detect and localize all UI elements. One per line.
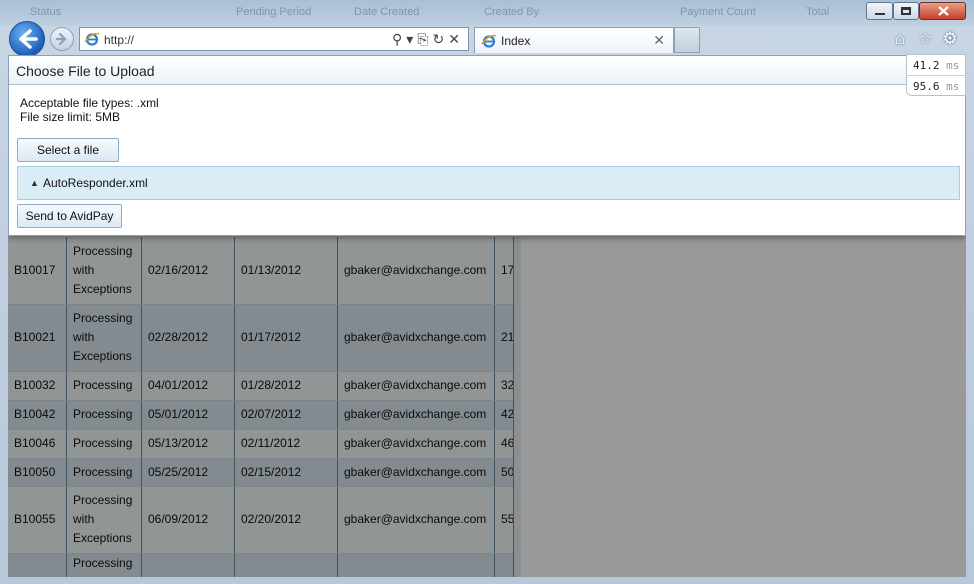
tab-index[interactable]: Index ✕ <box>474 27 674 53</box>
size-limit: File size limit: 5MB <box>20 110 121 124</box>
dialog-header: Choose File to Upload <box>9 56 965 85</box>
selected-file-row[interactable]: ▲ AutoResponder.xml <box>17 166 960 200</box>
refresh-icon[interactable]: ↻ <box>433 31 449 47</box>
send-to-avidpay-button[interactable]: Send to AvidPay <box>17 204 122 228</box>
dropdown-icon[interactable]: ▾ <box>406 31 417 47</box>
ie-tab-icon <box>481 34 497 48</box>
bg-column-pending: Pending Period <box>236 6 312 18</box>
perf-divider <box>907 75 965 76</box>
maximize-button[interactable] <box>893 2 919 20</box>
upload-dialog: Choose File to Upload Acceptable file ty… <box>8 55 966 236</box>
forward-arrow-icon <box>55 32 67 46</box>
favorites-star-icon[interactable]: ☆ <box>916 30 934 48</box>
close-icon <box>938 6 949 16</box>
dialog-title: Choose File to Upload <box>16 63 155 79</box>
bg-column-payment-count: Payment Count <box>680 6 756 18</box>
bg-column-status: Status <box>30 6 62 18</box>
perf-counter: 41.2 ms 95.6 ms <box>906 54 966 96</box>
minimize-button[interactable] <box>866 2 893 20</box>
tab-close-icon[interactable]: ✕ <box>653 32 665 49</box>
compat-view-icon[interactable]: ⎘ <box>417 31 432 47</box>
acceptable-types: Acceptable file types: .xml <box>20 96 159 110</box>
perf-unit-1: ms <box>946 59 960 72</box>
home-icon[interactable]: ⌂ <box>891 30 909 48</box>
forward-button[interactable] <box>50 27 74 51</box>
perf-value-2: 95.6 <box>913 80 940 93</box>
select-file-button[interactable]: Select a file <box>17 138 119 162</box>
expand-triangle-icon[interactable]: ▲ <box>30 178 39 188</box>
tab-label: Index <box>501 34 531 48</box>
search-icon[interactable]: ⚲ <box>392 31 406 47</box>
address-bar[interactable]: http:// ⚲▾⎘↻✕ <box>79 27 469 51</box>
new-tab-button[interactable] <box>674 27 700 53</box>
bg-column-date-created: Date Created <box>354 6 420 18</box>
close-window-button[interactable] <box>919 2 966 20</box>
selected-file-name: AutoResponder.xml <box>43 176 148 190</box>
perf-row-1: 41.2 ms <box>913 59 965 72</box>
back-arrow-icon <box>19 29 38 49</box>
browser-window: Status Pending Period Date Created Creat… <box>0 0 974 584</box>
page-content: B10017 Processing with Exceptions 02/16/20… <box>8 55 966 577</box>
back-button[interactable] <box>9 21 45 57</box>
ie-icon <box>84 32 100 46</box>
address-text: http:// <box>104 33 135 47</box>
address-tools: ⚲▾⎘↻✕ <box>392 31 464 48</box>
title-bar: Status Pending Period Date Created Creat… <box>0 0 974 26</box>
minimize-icon <box>875 13 885 15</box>
gear-icon[interactable]: ⚙ <box>941 30 959 48</box>
bg-column-created-by: Created By <box>484 6 540 18</box>
stop-icon[interactable]: ✕ <box>448 31 464 47</box>
perf-unit-2: ms <box>946 80 960 93</box>
bg-column-total: Total <box>806 6 830 18</box>
perf-row-2: 95.6 ms <box>913 80 965 93</box>
perf-value-1: 41.2 <box>913 59 940 72</box>
maximize-icon <box>901 7 911 15</box>
upload-info: Acceptable file types: .xml File size li… <box>20 96 159 124</box>
address-redacted <box>140 33 376 47</box>
